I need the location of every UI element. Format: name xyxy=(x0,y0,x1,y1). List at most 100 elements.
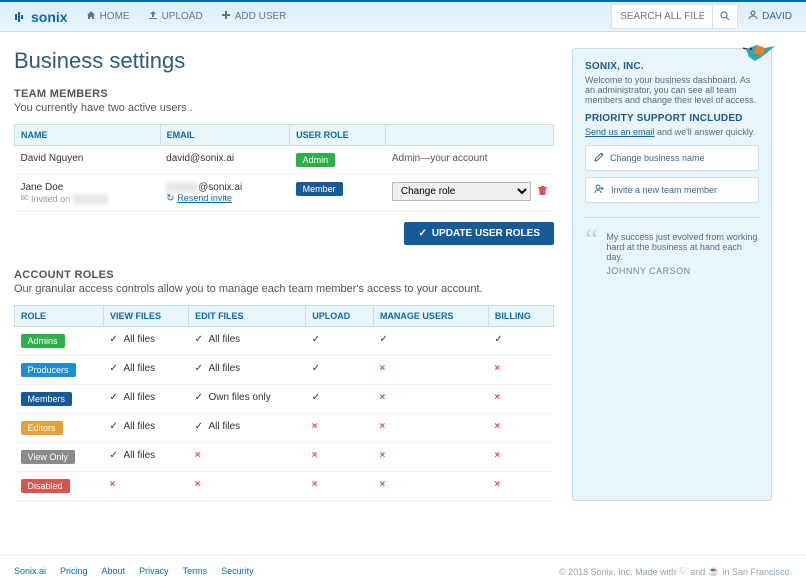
role-badge: View Only xyxy=(21,450,75,464)
update-roles-label: UPDATE USER ROLES xyxy=(432,228,540,239)
action-label: Change business name xyxy=(610,153,705,163)
cross-icon: × xyxy=(379,363,385,374)
main: Business settings TEAM MEMBERS You curre… xyxy=(0,32,806,525)
cross-icon: × xyxy=(379,421,385,432)
sidebar-support-heading: PRIORITY SUPPORT INCLUDED xyxy=(585,113,759,124)
user-icon xyxy=(748,10,758,23)
logo-text: sonix xyxy=(31,9,68,25)
sidebar-company: SONIX, INC. xyxy=(585,61,759,72)
footer-link[interactable]: Terms xyxy=(183,566,208,577)
col-upload: UPLOAD xyxy=(306,306,374,327)
quote-author: JOHNNY CARSON xyxy=(606,266,759,276)
search-button[interactable] xyxy=(712,5,737,28)
footer-link[interactable]: Pricing xyxy=(60,566,88,577)
col-name: NAME xyxy=(15,125,161,146)
col-view: VIEW FILES xyxy=(104,306,189,327)
roles-heading: ACCOUNT ROLES xyxy=(14,269,554,281)
check-icon: ✓ xyxy=(418,228,426,239)
footer-link[interactable]: About xyxy=(102,566,126,577)
table-row: Editors ✓ All files ✓ All files × × × xyxy=(15,414,554,443)
table-row: Producers ✓ All files ✓ All files ✓ × × xyxy=(15,356,554,385)
role-badge: Producers xyxy=(21,363,76,377)
team-heading: TEAM MEMBERS xyxy=(14,88,554,100)
table-row: Admins ✓ All files ✓ All files ✓ ✓ ✓ xyxy=(15,327,554,356)
pencil-icon xyxy=(594,152,604,164)
admin-note: Admin—your account xyxy=(386,146,554,175)
table-row: View Only ✓ All files × × × × xyxy=(15,443,554,472)
footer-right: © 2018 Sonix, Inc. Made with ♡ and ☕ in … xyxy=(559,566,792,577)
cross-icon: × xyxy=(312,479,318,490)
home-icon xyxy=(86,10,96,23)
trash-icon[interactable] xyxy=(537,185,548,199)
nav-add-user[interactable]: ADD USER xyxy=(221,10,287,23)
cross-icon: × xyxy=(379,479,385,490)
cross-icon: × xyxy=(379,392,385,403)
page-title: Business settings xyxy=(14,48,554,74)
roles-table: ROLE VIEW FILES EDIT FILES UPLOAD MANAGE… xyxy=(14,305,554,501)
check-icon: ✓ xyxy=(110,334,124,345)
check-icon: ✓ xyxy=(195,334,209,345)
footer-links: Sonix.ai Pricing About Privacy Terms Sec… xyxy=(14,566,254,577)
cross-icon: × xyxy=(195,450,201,461)
user-menu[interactable]: DAVID xyxy=(748,10,792,23)
col-billing: BILLING xyxy=(488,306,553,327)
role-badge: Disabled xyxy=(21,479,70,493)
nav-add-user-label: ADD USER xyxy=(235,11,287,22)
nav-upload-label: UPLOAD xyxy=(162,11,203,22)
logo[interactable]: sonix xyxy=(14,9,68,25)
check-icon: ✓ xyxy=(312,334,320,345)
table-row: Members ✓ All files ✓ Own files only ✓ ×… xyxy=(15,385,554,414)
role-badge-member: Member xyxy=(296,182,343,196)
nav-upload[interactable]: UPLOAD xyxy=(148,10,203,23)
redacted-email-prefix: xxxx xyxy=(166,182,198,193)
col-role: USER ROLE xyxy=(290,125,386,146)
cross-icon: × xyxy=(312,421,318,432)
role-select[interactable]: Change role xyxy=(392,182,531,201)
check-icon: ✓ xyxy=(195,421,209,432)
check-icon: ✓ xyxy=(195,363,209,374)
footer: Sonix.ai Pricing About Privacy Terms Sec… xyxy=(0,555,806,587)
role-badge-admin: Admin xyxy=(296,153,336,167)
envelope-icon: ✉ xyxy=(21,193,29,204)
plus-icon xyxy=(221,10,231,23)
team-subtitle: You currently have two active users . xyxy=(14,102,554,114)
sidebar: SONIX, INC. Welcome to your business das… xyxy=(572,48,772,501)
cross-icon: × xyxy=(494,421,500,432)
cross-icon: × xyxy=(494,363,500,374)
send-email-link[interactable]: Send us an email xyxy=(585,127,655,137)
invited-line: ✉ Invited on xxxxx xyxy=(21,193,155,204)
user-plus-icon xyxy=(594,184,605,196)
cross-icon: × xyxy=(494,479,500,490)
cross-icon: × xyxy=(494,450,500,461)
update-roles-button[interactable]: ✓ UPDATE USER ROLES xyxy=(404,222,554,245)
search-box xyxy=(611,4,738,29)
resend-invite-link[interactable]: Resend invite xyxy=(177,193,232,203)
upload-icon xyxy=(148,10,158,23)
footer-link[interactable]: Privacy xyxy=(139,566,169,577)
cross-icon: × xyxy=(312,450,318,461)
topbar: sonix HOME UPLOAD ADD USER DAVID xyxy=(0,0,806,32)
cross-icon: × xyxy=(494,392,500,403)
heart-icon: ♡ xyxy=(679,566,687,577)
action-label: Invite a new team member xyxy=(611,185,717,195)
member-email: xxxx@sonix.ai xyxy=(166,182,283,193)
footer-link[interactable]: Security xyxy=(221,566,254,577)
col-email: EMAIL xyxy=(160,125,289,146)
roles-subtitle: Our granular access controls allow you t… xyxy=(14,283,554,295)
cross-icon: × xyxy=(195,479,201,490)
check-icon: ✓ xyxy=(494,334,502,345)
search-input[interactable] xyxy=(612,7,712,26)
col-role: ROLE xyxy=(15,306,104,327)
check-icon: ✓ xyxy=(312,392,320,403)
footer-link[interactable]: Sonix.ai xyxy=(14,566,46,577)
role-badge: Admins xyxy=(21,334,65,348)
cross-icon: × xyxy=(379,450,385,461)
col-extra xyxy=(386,125,554,146)
change-business-name-button[interactable]: Change business name xyxy=(585,145,759,171)
nav-home[interactable]: HOME xyxy=(86,10,130,23)
check-icon: ✓ xyxy=(110,421,124,432)
resend-icon: ↻ xyxy=(166,193,177,204)
quote-icon: “ xyxy=(585,232,598,276)
invite-team-member-button[interactable]: Invite a new team member xyxy=(585,177,759,203)
check-icon: ✓ xyxy=(195,392,209,403)
